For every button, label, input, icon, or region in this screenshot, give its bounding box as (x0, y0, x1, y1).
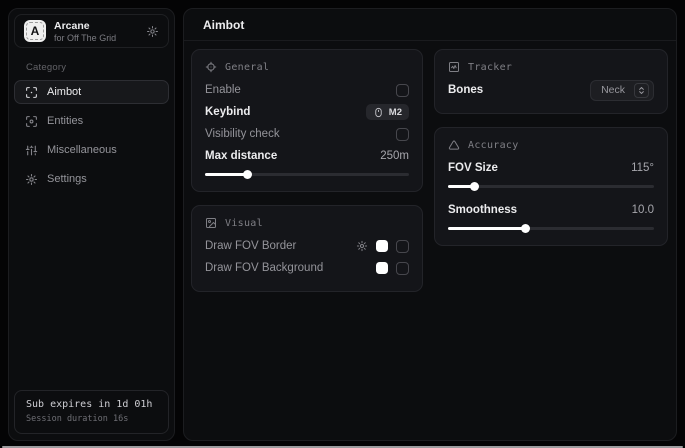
session-duration-text: Session duration 16s (26, 414, 157, 424)
activity-icon (448, 61, 460, 73)
fov-size-label: FOV Size (448, 162, 498, 174)
sidebar-item-settings[interactable]: Settings (14, 167, 169, 191)
enable-checkbox[interactable] (396, 84, 409, 97)
scan-eye-icon (25, 115, 38, 128)
slider-track (448, 185, 654, 188)
bones-dropdown[interactable]: Neck (590, 80, 654, 101)
slider-fill (448, 185, 475, 188)
keybind-label: Keybind (205, 106, 250, 118)
sidebar-item-entities[interactable]: Entities (14, 109, 169, 133)
content-area: General Enable Keybind (184, 41, 676, 292)
max-distance-value: 250m (380, 150, 409, 162)
tracker-card-header: Tracker (448, 61, 654, 73)
fov-background-controls (376, 262, 409, 275)
sidebar-item-label: Aimbot (47, 86, 81, 98)
sidebar-item-miscellaneous[interactable]: Miscellaneous (14, 138, 169, 162)
slider-thumb[interactable] (470, 182, 479, 191)
category-label: Category (26, 62, 174, 73)
smoothness-label: Smoothness (448, 204, 517, 216)
mouse-icon (373, 107, 384, 118)
smoothness-slider[interactable] (448, 224, 654, 233)
enable-label: Enable (205, 84, 241, 96)
page-header: Aimbot (184, 9, 676, 41)
visibility-check-checkbox[interactable] (396, 128, 409, 141)
subscription-box: Sub expires in 1d 01h Session duration 1… (14, 390, 169, 434)
visibility-check-row: Visibility check (205, 123, 409, 145)
slider-fill (448, 227, 526, 230)
visual-card-header: Visual (205, 217, 409, 229)
fov-background-row: Draw FOV Background (205, 257, 409, 279)
left-column: General Enable Keybind (191, 49, 423, 292)
accuracy-card: Accuracy FOV Size 115° Smoothness 10.0 (434, 127, 668, 246)
sidebar-item-label: Miscellaneous (47, 144, 117, 156)
fov-size-value: 115° (631, 162, 654, 174)
keybind-row: Keybind M2 (205, 101, 409, 123)
sidebar-item-label: Settings (47, 173, 87, 185)
main-panel: Aimbot General Enable (183, 8, 677, 441)
tracker-card-title: Tracker (468, 62, 512, 73)
slider-fill (205, 173, 248, 176)
bones-selected-value: Neck (601, 84, 625, 96)
max-distance-row: Max distance 250m (205, 145, 409, 167)
sub-expires-text: Sub expires in 1d 01h (26, 399, 157, 410)
gear-icon[interactable] (356, 240, 368, 252)
fov-border-row: Draw FOV Border (205, 235, 409, 257)
chevrons-up-down-icon (634, 83, 649, 98)
fov-background-label: Draw FOV Background (205, 262, 323, 274)
image-icon (205, 217, 217, 229)
gear-icon (25, 173, 38, 186)
bones-row: Bones Neck (448, 79, 654, 101)
visibility-check-label: Visibility check (205, 128, 280, 140)
page-title: Aimbot (203, 18, 244, 32)
visual-card: Visual Draw FOV Border (191, 205, 423, 292)
bones-label: Bones (448, 84, 483, 96)
slider-thumb[interactable] (521, 224, 530, 233)
slider-thumb[interactable] (243, 170, 252, 179)
smoothness-row: Smoothness 10.0 (448, 199, 654, 221)
app-logo: A (24, 20, 46, 42)
fov-size-slider[interactable] (448, 182, 654, 191)
max-distance-label: Max distance (205, 150, 277, 162)
accuracy-card-title: Accuracy (468, 140, 519, 151)
general-card-header: General (205, 61, 409, 73)
fov-border-label: Draw FOV Border (205, 240, 296, 252)
smoothness-value: 10.0 (632, 204, 654, 216)
fov-border-controls (356, 240, 409, 253)
sidebar-item-label: Entities (47, 115, 83, 127)
accuracy-card-header: Accuracy (448, 139, 654, 151)
fov-border-color-swatch[interactable] (376, 240, 388, 252)
sidebar-item-aimbot[interactable]: Aimbot (14, 80, 169, 104)
sliders-icon (25, 144, 38, 157)
sidebar: A Arcane for Off The Grid Category Aimbo… (8, 8, 175, 441)
max-distance-slider[interactable] (205, 170, 409, 179)
fov-background-color-swatch[interactable] (376, 262, 388, 274)
keybind-value: M2 (389, 107, 402, 118)
crosshair-icon (205, 61, 217, 73)
enable-row: Enable (205, 79, 409, 101)
gear-icon[interactable] (146, 25, 159, 38)
crosshair-scan-icon (25, 86, 38, 99)
sidebar-nav: Aimbot Entities Miscellaneous (9, 80, 174, 191)
app-logo-letter: A (31, 24, 40, 38)
right-column: Tracker Bones Neck (434, 49, 668, 246)
visual-card-title: Visual (225, 218, 263, 229)
general-card: General Enable Keybind (191, 49, 423, 192)
general-card-title: General (225, 62, 269, 73)
app-title-block: Arcane for Off The Grid (54, 20, 116, 43)
fov-size-row: FOV Size 115° (448, 157, 654, 179)
keybind-button[interactable]: M2 (366, 104, 409, 120)
app-subtitle: for Off The Grid (54, 33, 116, 43)
app-logo-box: A Arcane for Off The Grid (14, 14, 169, 48)
app-name: Arcane (54, 20, 116, 32)
tracker-card: Tracker Bones Neck (434, 49, 668, 114)
fov-border-checkbox[interactable] (396, 240, 409, 253)
triangle-icon (448, 139, 460, 151)
fov-background-checkbox[interactable] (396, 262, 409, 275)
